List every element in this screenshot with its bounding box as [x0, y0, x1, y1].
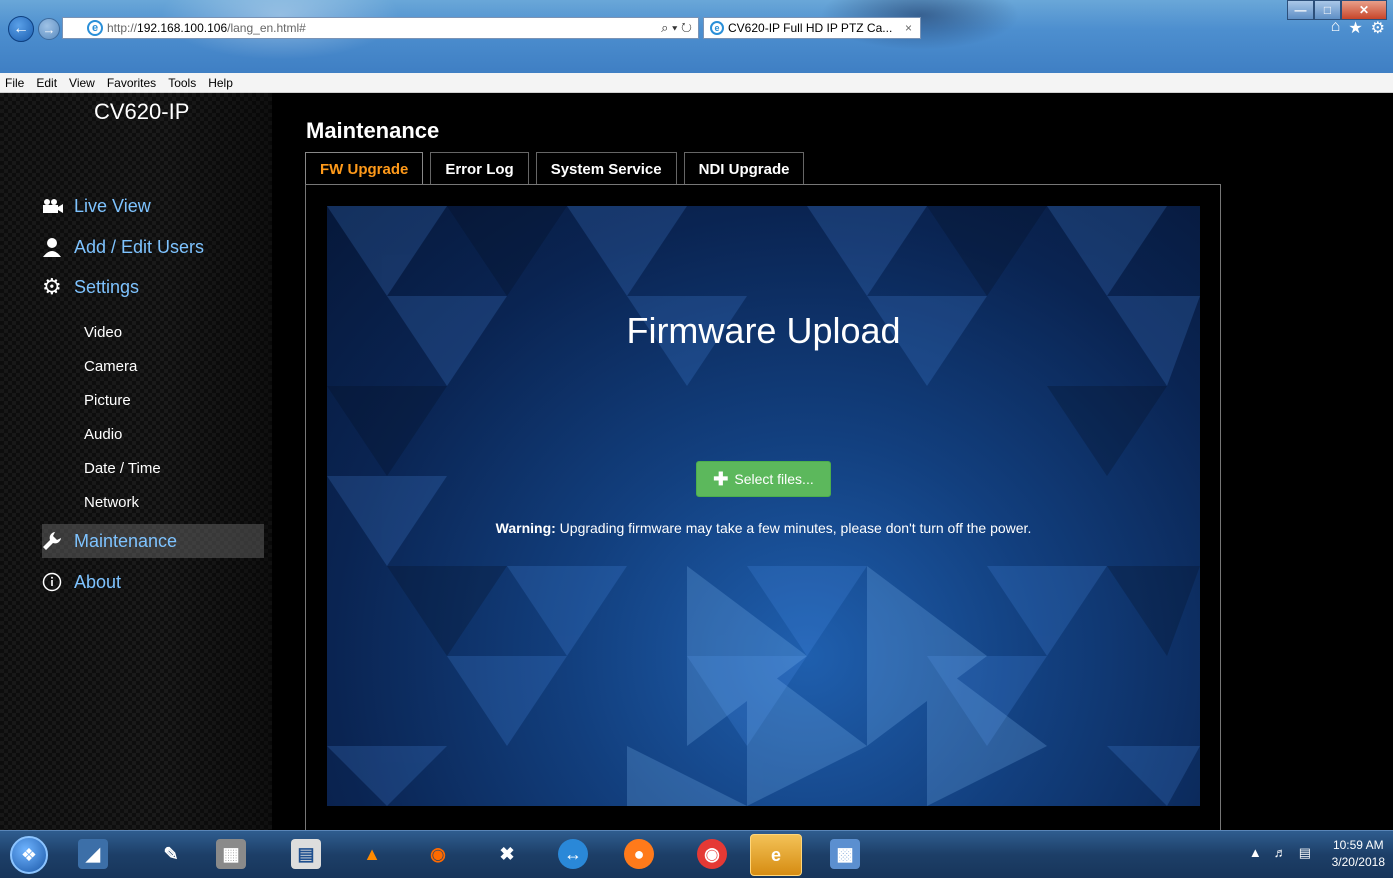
- clock-time: 10:59 AM: [1332, 838, 1384, 852]
- address-bar[interactable]: e http://192.168.100.106/lang_en.html# ⌕…: [62, 17, 699, 39]
- favorites-star-icon[interactable]: ★: [1348, 18, 1362, 38]
- clock-date: 3/20/2018: [1331, 855, 1385, 869]
- tray-clock[interactable]: 10:59 AM 3/20/2018: [1332, 837, 1385, 871]
- tab-error-log[interactable]: Error Log: [430, 152, 529, 185]
- tray-expand-icon[interactable]: ▲: [1249, 845, 1262, 861]
- upgrade-warning: Warning: Upgrading firmware may take a f…: [495, 520, 1032, 536]
- page-title: Maintenance: [306, 118, 440, 143]
- internet-explorer-icon[interactable]: e: [750, 834, 802, 876]
- taskbar-app-generic-icon[interactable]: ◢: [78, 839, 108, 869]
- search-refresh-icons[interactable]: ⌕ ▾ ↻: [661, 20, 692, 36]
- sidebar-item-users[interactable]: Add / Edit Users: [42, 230, 264, 264]
- network-icon[interactable]: ▤: [1299, 845, 1311, 861]
- back-button[interactable]: ←: [8, 16, 34, 42]
- menu-bar: File Edit View Favorites Tools Help: [0, 73, 1393, 93]
- vlc-icon[interactable]: ▲: [357, 839, 387, 869]
- sidebar: CV620-IP Live View Add / Edit Users ⚙ Se…: [0, 93, 272, 830]
- menu-file[interactable]: File: [5, 76, 24, 90]
- user-icon: [42, 237, 74, 257]
- ie-tab-icon: e: [710, 21, 724, 35]
- web-page: CV620-IP Live View Add / Edit Users ⚙ Se…: [0, 93, 1393, 830]
- calculator-icon[interactable]: ▦: [216, 839, 246, 869]
- tools-icon[interactable]: ✖: [492, 839, 522, 869]
- control-panel-icon[interactable]: ▩: [830, 839, 860, 869]
- page-scrollbar[interactable]: [1383, 93, 1393, 830]
- teamviewer-icon[interactable]: ↔: [558, 839, 588, 869]
- triangle-pattern-background: [327, 206, 1200, 806]
- tab-ndi-upgrade[interactable]: NDI Upgrade: [683, 152, 805, 185]
- firmware-upload-area: Firmware Upload ✚ Select files... Warnin…: [327, 206, 1200, 806]
- sidebar-item-picture[interactable]: Picture: [84, 392, 131, 409]
- sidebar-item-video[interactable]: Video: [84, 324, 122, 341]
- paint-icon[interactable]: ✎: [156, 839, 186, 869]
- menu-view[interactable]: View: [69, 76, 95, 90]
- sidebar-item-settings[interactable]: ⚙ Settings: [42, 270, 264, 304]
- tools-gear-icon[interactable]: ⚙: [1371, 18, 1385, 38]
- notepad-icon[interactable]: ▤: [291, 839, 321, 869]
- minimize-button[interactable]: —: [1287, 0, 1314, 20]
- plus-icon: ✚: [713, 468, 729, 489]
- browser-titlebar: ← → e http://192.168.100.106/lang_en.htm…: [0, 0, 1393, 73]
- tab-bar: FW Upgrade Error Log System Service NDI …: [305, 152, 811, 185]
- wrench-icon: [42, 531, 74, 551]
- menu-edit[interactable]: Edit: [36, 76, 57, 90]
- browser-tab[interactable]: e CV620-IP Full HD IP PTZ Ca... ×: [703, 17, 921, 39]
- brand-title: CV620-IP: [94, 99, 190, 124]
- sidebar-item-maintenance[interactable]: Maintenance: [42, 524, 264, 558]
- sidebar-item-camera[interactable]: Camera: [84, 358, 137, 375]
- volume-icon[interactable]: ♬: [1274, 845, 1287, 861]
- camera-icon: [42, 198, 74, 214]
- menu-help[interactable]: Help: [208, 76, 233, 90]
- info-icon: [42, 572, 74, 592]
- tab-system-service[interactable]: System Service: [535, 152, 677, 185]
- maximize-button[interactable]: □: [1314, 0, 1341, 20]
- address-url: http://192.168.100.106/lang_en.html#: [107, 21, 306, 35]
- sidebar-item-network[interactable]: Network: [84, 494, 139, 511]
- chrome-icon[interactable]: ◉: [697, 839, 727, 869]
- start-button[interactable]: ❖: [10, 836, 48, 874]
- ie-icon: e: [87, 20, 103, 36]
- sidebar-item-live-view[interactable]: Live View: [42, 189, 264, 223]
- forward-button[interactable]: →: [38, 18, 60, 40]
- browser-tab-title: CV620-IP Full HD IP PTZ Ca...: [728, 21, 893, 35]
- menu-favorites[interactable]: Favorites: [107, 76, 156, 90]
- sidebar-item-date-time[interactable]: Date / Time: [84, 460, 161, 477]
- close-window-button[interactable]: ✕: [1341, 0, 1387, 20]
- menu-tools[interactable]: Tools: [168, 76, 196, 90]
- sidebar-item-audio[interactable]: Audio: [84, 426, 122, 443]
- gear-icon: ⚙: [42, 274, 62, 299]
- tab-panel: Firmware Upload ✚ Select files... Warnin…: [305, 184, 1221, 830]
- tab-fw-upgrade[interactable]: FW Upgrade: [305, 152, 424, 185]
- firmware-upload-title: Firmware Upload: [626, 310, 901, 351]
- media-player-icon[interactable]: ◉: [423, 839, 453, 869]
- tab-close-icon[interactable]: ×: [905, 21, 912, 35]
- sidebar-item-about[interactable]: About: [42, 565, 264, 599]
- select-files-button[interactable]: ✚ Select files...: [696, 461, 831, 497]
- firefox-icon[interactable]: ●: [624, 839, 654, 869]
- home-icon[interactable]: ⌂: [1331, 18, 1341, 38]
- windows-taskbar: ❖ ◢ ✎ ▦ ▤ ▲ ◉ ✖ ↔ ● ◉ e ▩ ▲ ♬ ▤ 10:59 AM…: [0, 830, 1393, 878]
